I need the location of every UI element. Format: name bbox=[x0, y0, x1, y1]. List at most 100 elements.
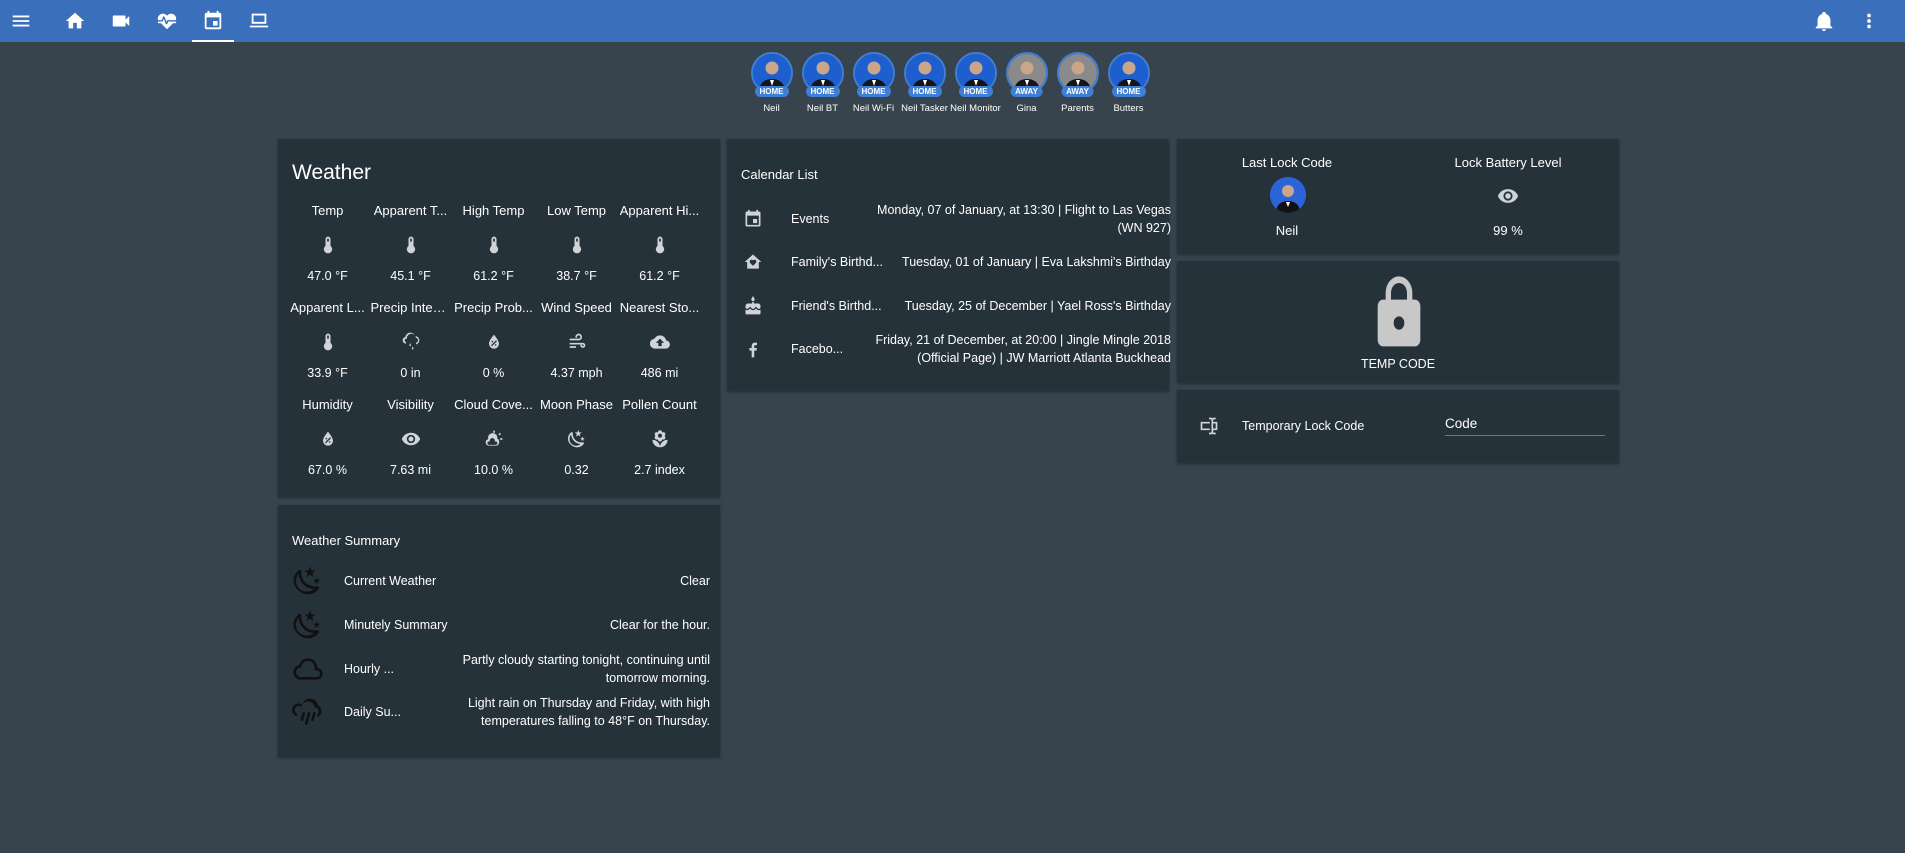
home-icon bbox=[65, 12, 85, 29]
summary-row[interactable]: Minutely Summary Clear for the hour. bbox=[292, 607, 710, 643]
calendar-icon-wrap bbox=[743, 296, 763, 316]
badge-avatar: HOME bbox=[801, 52, 844, 97]
person-badge[interactable]: HOME Butters bbox=[1103, 52, 1154, 114]
person-badge[interactable]: HOME Neil Wi-Fi bbox=[848, 52, 899, 114]
badge-avatar: HOME bbox=[852, 52, 895, 97]
badge-name: Neil Wi-Fi bbox=[852, 103, 895, 114]
laptop-icon bbox=[249, 13, 269, 28]
weather-sensor[interactable]: Precip Prob... 0 % bbox=[452, 300, 535, 397]
badge-avatar: HOME bbox=[954, 52, 997, 97]
more-vert-icon bbox=[1867, 13, 1871, 29]
weather-sensor[interactable]: Pollen Count 2.7 index bbox=[618, 397, 701, 494]
badge-name: Parents bbox=[1061, 103, 1094, 114]
cloud-rain-icon bbox=[402, 332, 419, 350]
sensor-value: 61.2 °F bbox=[639, 269, 680, 283]
rain-icon bbox=[292, 698, 322, 725]
person-badge[interactable]: AWAY Parents bbox=[1052, 52, 1103, 114]
eye-icon bbox=[1497, 189, 1519, 203]
weather-sensor[interactable]: Apparent Hi... 61.2 °F bbox=[618, 203, 701, 300]
weather-sensor[interactable]: Cloud Cove... 10.0 % bbox=[452, 397, 535, 494]
sensor-value: 0 in bbox=[400, 366, 421, 380]
summary-row[interactable]: Daily Su... Light rain on Thursday and Fr… bbox=[292, 694, 710, 730]
weather-sensor[interactable]: Low Temp 38.7 °F bbox=[535, 203, 618, 300]
badge-name: Neil bbox=[763, 103, 780, 114]
sensor-label: Apparent L... bbox=[290, 300, 365, 315]
weather-sensor[interactable]: Wind Speed 4.37 mph bbox=[535, 300, 618, 397]
weather-sensor[interactable]: Apparent L... 33.9 °F bbox=[286, 300, 369, 397]
sensor-icon-wrap bbox=[401, 332, 421, 352]
menu-button[interactable] bbox=[0, 0, 42, 42]
wind-icon bbox=[569, 333, 585, 348]
calendar-row[interactable]: Events Monday, 07 of January, at 13:30 | … bbox=[743, 201, 1171, 237]
weather-sensor[interactable]: High Temp 61.2 °F bbox=[452, 203, 535, 300]
moon-stars-icon bbox=[567, 429, 585, 448]
calendar-row[interactable]: Friend's Birthd... Tuesday, 25 of Decembe… bbox=[743, 288, 1171, 324]
weather-sensor-grid: Temp 47.0 °F Apparent T... 45.1 °F High Temp… bbox=[286, 203, 702, 494]
notifications-button[interactable] bbox=[1803, 0, 1845, 42]
summary-icon-wrap bbox=[292, 565, 324, 597]
badge-state: HOME bbox=[907, 86, 942, 97]
temp-code-label: TEMP CODE bbox=[1360, 357, 1436, 371]
sensor-icon-wrap bbox=[318, 235, 338, 255]
sensor-label: Cloud Cove... bbox=[454, 397, 533, 412]
weather-row: Apparent L... 33.9 °F Precip Inten... 0 in P… bbox=[286, 300, 702, 397]
more-options-button[interactable] bbox=[1848, 0, 1890, 42]
top-toolbar bbox=[0, 0, 1905, 42]
lock-icon-wrap bbox=[1367, 273, 1431, 358]
last-lock-code-avatar[interactable] bbox=[1270, 177, 1306, 213]
sensor-label: Apparent Hi... bbox=[619, 203, 700, 218]
sensor-value: 67.0 % bbox=[308, 463, 347, 477]
summary-row[interactable]: Hourly ... Partly cloudy starting tonight… bbox=[292, 651, 710, 687]
cake-icon bbox=[745, 296, 761, 315]
calendar-label: Friend's Birthd... bbox=[791, 299, 882, 313]
calendar-row[interactable]: Family's Birthd... Tuesday, 01 of January… bbox=[743, 244, 1171, 280]
calendar-row[interactable]: Facebo... Friday, 21 of December, at 20:0… bbox=[743, 331, 1171, 367]
weather-sensor[interactable]: Precip Inten... 0 in bbox=[369, 300, 452, 397]
camera-icon bbox=[112, 15, 130, 27]
sensor-label: Visibility bbox=[387, 397, 434, 412]
person-badge[interactable]: HOME Neil bbox=[746, 52, 797, 114]
sensor-label: Precip Prob... bbox=[454, 300, 533, 315]
temp-code-card[interactable]: TEMP CODE bbox=[1177, 261, 1619, 383]
lock-battery-icon-wrap[interactable] bbox=[1497, 185, 1519, 212]
badge-state: HOME bbox=[754, 86, 789, 97]
calendar-icon bbox=[204, 10, 222, 30]
tab-calendar[interactable] bbox=[192, 0, 234, 42]
menu-icon bbox=[12, 15, 30, 27]
sensor-label: High Temp bbox=[462, 203, 525, 218]
badge-name: Neil BT bbox=[806, 103, 839, 114]
home-heart-icon bbox=[744, 254, 762, 269]
weather-sensor[interactable]: Moon Phase 0.32 bbox=[535, 397, 618, 494]
weather-summary-card: Weather Summary Current Weather Clear Minu… bbox=[278, 505, 720, 757]
weather-sensor[interactable]: Visibility 7.63 mi bbox=[369, 397, 452, 494]
calendar-event: Tuesday, 25 of December | Yael Ross's Bi… bbox=[904, 299, 1171, 313]
bell-icon bbox=[1815, 11, 1833, 32]
person-avatar-icon bbox=[1270, 177, 1306, 213]
tab-devices[interactable] bbox=[238, 0, 280, 42]
tab-home[interactable] bbox=[54, 0, 96, 42]
eye-icon bbox=[401, 432, 420, 446]
person-badge[interactable]: HOME Neil Monitor bbox=[950, 52, 1001, 114]
temp-lock-code-input[interactable] bbox=[1445, 414, 1605, 436]
weather-sensor[interactable]: Apparent T... 45.1 °F bbox=[369, 203, 452, 300]
last-lock-code-label: Last Lock Code bbox=[1241, 155, 1333, 170]
person-badge[interactable]: AWAY Gina bbox=[1001, 52, 1052, 114]
weather-sensor[interactable]: Temp 47.0 °F bbox=[286, 203, 369, 300]
person-badge[interactable]: HOME Neil BT bbox=[797, 52, 848, 114]
sensor-icon-wrap bbox=[401, 429, 421, 449]
summary-label: Daily Su... bbox=[344, 705, 401, 719]
summary-value: Clear for the hour. bbox=[609, 618, 710, 632]
partly-cloudy-icon bbox=[485, 430, 502, 446]
badge-avatar: AWAY bbox=[1005, 52, 1048, 97]
lock-info-card: Last Lock Code Neil Lock Battery Level 9… bbox=[1177, 139, 1619, 254]
weather-sensor[interactable]: Humidity 67.0 % bbox=[286, 397, 369, 494]
summary-row[interactable]: Current Weather Clear bbox=[292, 563, 710, 599]
cloud-icon bbox=[293, 658, 323, 680]
weather-sensor[interactable]: Nearest Sto... 486 mi bbox=[618, 300, 701, 397]
badge-name: Neil Monitor bbox=[950, 103, 1001, 114]
tab-health[interactable] bbox=[146, 0, 188, 42]
person-badge[interactable]: HOME Neil Tasker bbox=[899, 52, 950, 114]
tab-cameras[interactable] bbox=[100, 0, 142, 42]
sensor-icon-wrap bbox=[649, 332, 670, 352]
sensor-icon-wrap bbox=[318, 429, 338, 449]
